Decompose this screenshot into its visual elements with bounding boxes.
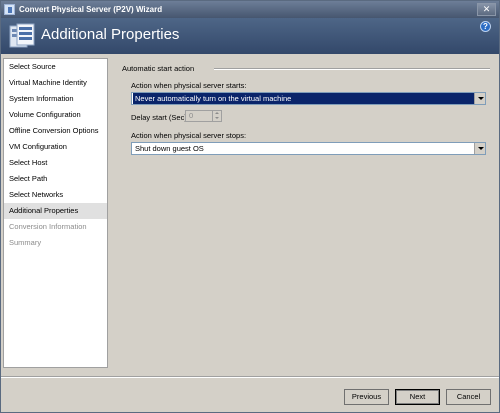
chevron-down-icon[interactable]	[474, 93, 485, 104]
stop-action-value: Shut down guest OS	[135, 144, 204, 153]
start-action-value: Never automatically turn on the virtual …	[133, 93, 474, 104]
wizard-window: Convert Physical Server (P2V) Wizard ✕ A…	[0, 0, 500, 413]
help-icon[interactable]: ?	[480, 21, 491, 32]
page-header: Additional Properties ?	[1, 18, 499, 54]
delay-start-spinner: 0	[185, 110, 222, 122]
spin-down-icon	[212, 116, 221, 121]
content-panel: Automatic start action Action when physi…	[109, 58, 499, 373]
title-bar[interactable]: Convert Physical Server (P2V) Wizard ✕	[1, 1, 499, 18]
step-select-path[interactable]: Select Path	[4, 171, 107, 187]
stop-action-label: Action when physical server stops:	[131, 131, 247, 140]
window-title: Convert Physical Server (P2V) Wizard	[19, 5, 163, 14]
page-title: Additional Properties	[41, 26, 180, 43]
start-action-select[interactable]: Never automatically turn on the virtual …	[131, 92, 486, 105]
step-system-information[interactable]: System Information	[4, 91, 107, 107]
step-select-host[interactable]: Select Host	[4, 155, 107, 171]
chevron-down-icon[interactable]	[474, 143, 485, 154]
step-volume-configuration[interactable]: Volume Configuration	[4, 107, 107, 123]
step-vm-configuration[interactable]: VM Configuration	[4, 139, 107, 155]
step-virtual-machine-identity[interactable]: Virtual Machine Identity	[4, 75, 107, 91]
app-icon	[4, 4, 15, 15]
cancel-button[interactable]: Cancel	[446, 389, 491, 405]
stop-action-select[interactable]: Shut down guest OS	[131, 142, 486, 155]
group-divider	[214, 68, 490, 70]
wizard-steps: Select Source Virtual Machine Identity S…	[3, 58, 108, 368]
delay-start-value: 0	[189, 111, 194, 120]
step-additional-properties[interactable]: Additional Properties	[4, 203, 107, 219]
close-icon[interactable]: ✕	[477, 3, 496, 16]
step-offline-conversion-options[interactable]: Offline Conversion Options	[4, 123, 107, 139]
previous-button[interactable]: Previous	[344, 389, 389, 405]
step-conversion-information: Conversion Information	[9, 222, 87, 231]
footer-divider	[1, 376, 499, 378]
start-action-label: Action when physical server starts:	[131, 81, 247, 90]
group-title: Automatic start action	[122, 64, 195, 73]
next-button[interactable]: Next	[395, 389, 440, 405]
server-icon	[9, 23, 35, 48]
step-select-source[interactable]: Select Source	[4, 59, 107, 75]
delay-start-label: Delay start (Sec):	[131, 113, 189, 122]
step-summary: Summary	[9, 238, 42, 247]
step-select-networks[interactable]: Select Networks	[4, 187, 107, 203]
